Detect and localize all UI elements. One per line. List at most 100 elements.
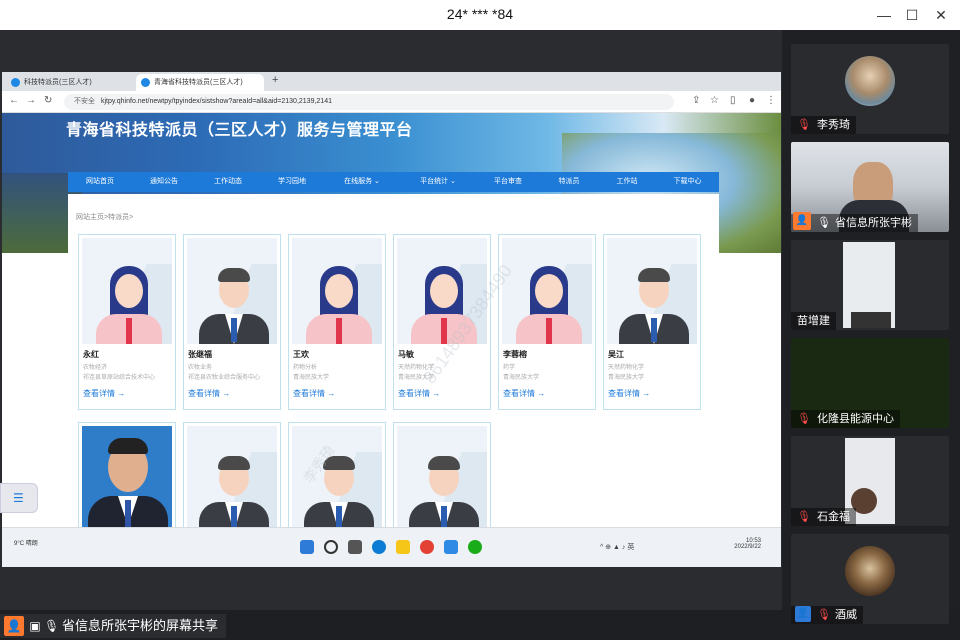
system-tray[interactable]: ^ ⊕ ▲ ♪ 英 <box>600 542 634 552</box>
specialist-card[interactable]: 才让南加藏医药青海民族大学查看详情 → <box>183 422 281 527</box>
photos-app-icon[interactable] <box>444 540 458 554</box>
specialist-photo[interactable] <box>187 238 277 344</box>
mic-icon: 🎙 <box>44 619 60 633</box>
browser-menu-icon[interactable]: ⋮ <box>766 95 776 106</box>
browser-tab-label: 科技特派员(三区人才) <box>24 79 92 86</box>
mic-muted-icon: 🎙 <box>797 119 811 131</box>
main-content: 网站主页>特派员> 永红 农牧经济 祁连县草原站综合技术中心 查看详情 → 张继福 农牧业… <box>68 194 719 527</box>
file-explorer-icon[interactable] <box>396 540 410 554</box>
edge-browser-icon[interactable] <box>372 540 386 554</box>
participant-tile[interactable]: 酒威 👤 🎙 <box>791 534 949 624</box>
screen-share-icon: ▣ <box>29 619 41 633</box>
weather-widget[interactable]: 9°C 晴朗 <box>14 538 38 547</box>
bookmark-star-icon[interactable]: ☆ <box>710 95 719 106</box>
close-button[interactable]: ✕ <box>929 5 953 25</box>
specialist-organization: 祁连县农牧业综合服务中心 <box>188 375 261 381</box>
url-text: kjtpy.qhinfo.net/newtpy/tpyindex/sistsho… <box>100 98 332 105</box>
nav-notices[interactable]: 通知公告 <box>132 172 196 192</box>
specialist-name: 李蓉榕 <box>503 350 527 359</box>
specialist-name: 永红 <box>83 350 99 359</box>
search-icon[interactable] <box>324 540 338 554</box>
windows-taskbar: 9°C 晴朗 ^ ⊕ ▲ ♪ 英 10:53 2022/9/22 <box>2 527 781 567</box>
participant-tile[interactable]: 苗增建 <box>791 240 949 330</box>
view-details-link[interactable]: 查看详情 → <box>83 388 125 399</box>
site-navbar: 网站首页 通知公告 工作动态 学习园地 在线服务 ⌄ 平台统计 ⌄ 平台审查 特… <box>68 172 719 192</box>
view-details-link[interactable]: 查看详情 → <box>608 388 650 399</box>
participant-tile[interactable]: 李秀琦 🎙 <box>791 44 949 134</box>
specialist-organization: 青海民族大学 <box>293 375 330 381</box>
window-title: 24* *** *84 <box>446 6 514 22</box>
nav-workstation[interactable]: 工作站 <box>598 172 656 192</box>
specialist-name: 王欢 <box>293 350 309 359</box>
windows-start-icon[interactable] <box>300 540 314 554</box>
specialist-field: 药物分析 <box>293 365 318 371</box>
profile-icon[interactable]: ● <box>749 95 755 106</box>
specialist-card[interactable]: 王欢药物分析青海民族大学查看详情 → <box>288 234 386 410</box>
specialist-field: 药学 <box>503 365 516 371</box>
site-favicon-icon <box>141 78 150 87</box>
specialist-photo[interactable] <box>292 238 382 344</box>
reload-icon[interactable]: ↻ <box>44 95 52 106</box>
specialist-card[interactable]: 林鹏程药学青海民族大学查看详情 → <box>393 422 491 527</box>
participant-name: 苗增建 <box>791 312 836 330</box>
specialist-card[interactable]: 永红 农牧经济 祁连县草原站综合技术中心 查看详情 → <box>78 234 176 410</box>
specialist-photo[interactable] <box>397 426 487 527</box>
back-icon[interactable]: ← <box>9 95 19 106</box>
specialist-card[interactable]: 张继福 农牧业务 祁连县农牧业综合服务中心 查看详情 → <box>183 234 281 410</box>
specialist-name: 吴江 <box>608 350 624 359</box>
specialist-card[interactable]: 芦永昌药学青海民族大学查看详情 → <box>78 422 176 527</box>
nav-online-service[interactable]: 在线服务 ⌄ <box>324 172 400 192</box>
browser-tab-label: 青海省科技特派员(三区人才) <box>154 79 243 86</box>
view-details-link[interactable]: 查看详情 → <box>398 388 440 399</box>
avatar <box>845 546 895 596</box>
browser-tab-2[interactable]: 青海省科技特派员(三区人才) <box>136 74 264 91</box>
specialist-organization: 青海民族大学 <box>608 375 645 381</box>
nav-statistics[interactable]: 平台统计 ⌄ <box>400 172 476 192</box>
browser-tab-1[interactable]: 科技特派员(三区人才) <box>6 74 131 91</box>
url-field[interactable]: 不安全 kjtpy.qhinfo.net/newtpy/tpyindex/sis… <box>64 94 674 110</box>
participant-tile[interactable]: 省信息所张宇彬 👤 🎙 <box>791 142 949 232</box>
specialist-photo[interactable] <box>187 426 277 527</box>
participant-tile[interactable]: 石金福 🎙 <box>791 436 949 526</box>
breadcrumb: 网站主页>特派员> <box>76 214 134 221</box>
minimize-button[interactable]: — <box>872 5 896 25</box>
view-details-link[interactable]: 查看详情 → <box>188 388 230 399</box>
specialist-photo[interactable] <box>502 238 592 344</box>
new-tab-button[interactable]: + <box>272 74 278 86</box>
chrome-icon[interactable] <box>420 540 434 554</box>
specialist-card[interactable]: 李蓉榕药学青海民族大学查看详情 → <box>498 234 596 410</box>
site-title: 青海省科技特派员（三区人才）服务与管理平台 <box>66 122 413 139</box>
share-label-text: 省信息所张宇彬的屏幕共享 <box>62 618 219 633</box>
sidebar-toggle-icon[interactable]: ▯ <box>730 95 736 106</box>
meeting-toolbar-toggle[interactable]: ☰ <box>0 483 38 513</box>
mic-icon: 🎙 <box>817 217 831 229</box>
security-status: 不安全 <box>74 98 95 105</box>
specialist-photo[interactable] <box>82 426 172 527</box>
wechat-icon[interactable] <box>468 540 482 554</box>
nav-news[interactable]: 工作动态 <box>196 172 260 192</box>
share-page-icon[interactable]: ⇪ <box>692 95 700 106</box>
host-user-icon: 👤 <box>795 606 811 622</box>
specialist-photo[interactable] <box>82 238 172 344</box>
task-view-icon[interactable] <box>348 540 362 554</box>
view-details-link[interactable]: 查看详情 → <box>503 388 545 399</box>
forward-icon[interactable]: → <box>26 95 36 106</box>
view-details-link[interactable]: 查看详情 → <box>293 388 335 399</box>
taskbar-clock[interactable]: 10:53 2022/9/22 <box>734 538 761 550</box>
nav-downloads[interactable]: 下载中心 <box>656 172 719 192</box>
nav-home[interactable]: 网站首页 <box>68 172 132 192</box>
specialist-name: 张继福 <box>188 350 212 359</box>
nav-learning[interactable]: 学习园地 <box>260 172 324 192</box>
user-icon: 👤 <box>4 616 24 636</box>
nav-specialists[interactable]: 特派员 <box>540 172 598 192</box>
nav-review[interactable]: 平台审查 <box>476 172 540 192</box>
maximize-button[interactable]: ☐ <box>900 5 924 25</box>
participant-tile[interactable]: 化隆县能源中心 🎙 <box>791 338 949 428</box>
specialist-name: 马敏 <box>398 350 414 359</box>
avatar <box>845 56 895 106</box>
specialist-card[interactable]: 吴江 天然药物化学 青海民族大学 查看详情 → <box>603 234 701 410</box>
site-favicon-icon <box>11 78 20 87</box>
specialist-photo[interactable] <box>607 238 697 344</box>
mic-muted-icon: 🎙 <box>797 511 811 523</box>
specialist-organization: 青海民族大学 <box>503 375 540 381</box>
